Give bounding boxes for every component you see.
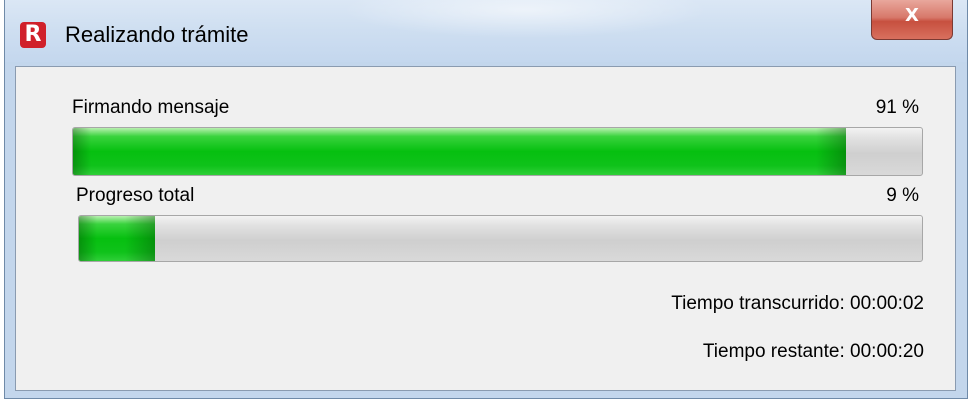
elapsed-time-label: Tiempo transcurrido: — [671, 293, 845, 314]
window-title: Realizando trámite — [65, 22, 249, 47]
remaining-time-label: Tiempo restante: — [702, 341, 845, 362]
progress-fill-firmando — [73, 128, 846, 175]
elapsed-time-row: Tiempo transcurrido: 00:00:02 — [671, 293, 924, 315]
progress-fill-total — [79, 216, 155, 261]
title-bar[interactable]: R Realizando trámite X — [5, 0, 967, 62]
task-label-total: Progreso total — [76, 185, 195, 206]
task-label-firmando: Firmando mensaje — [72, 97, 230, 118]
task-percent-total: 9 % — [886, 185, 919, 206]
elapsed-time-value: 00:00:02 — [850, 293, 924, 314]
close-button[interactable]: X — [871, 0, 953, 40]
progress-bar-firmando — [72, 127, 923, 176]
close-icon: X — [905, 5, 919, 26]
remaining-time-value: 00:00:20 — [850, 341, 924, 362]
dialog-window: R Realizando trámite X Firmando mensaje … — [4, 0, 968, 399]
dialog-content: Firmando mensaje 91 % Progreso total 9 %… — [15, 66, 956, 391]
remaining-time-row: Tiempo restante: 00:00:20 — [703, 341, 924, 363]
app-logo-icon: R — [20, 22, 46, 48]
progress-bar-total — [78, 215, 923, 262]
task-percent-firmando: 91 % — [875, 97, 919, 118]
